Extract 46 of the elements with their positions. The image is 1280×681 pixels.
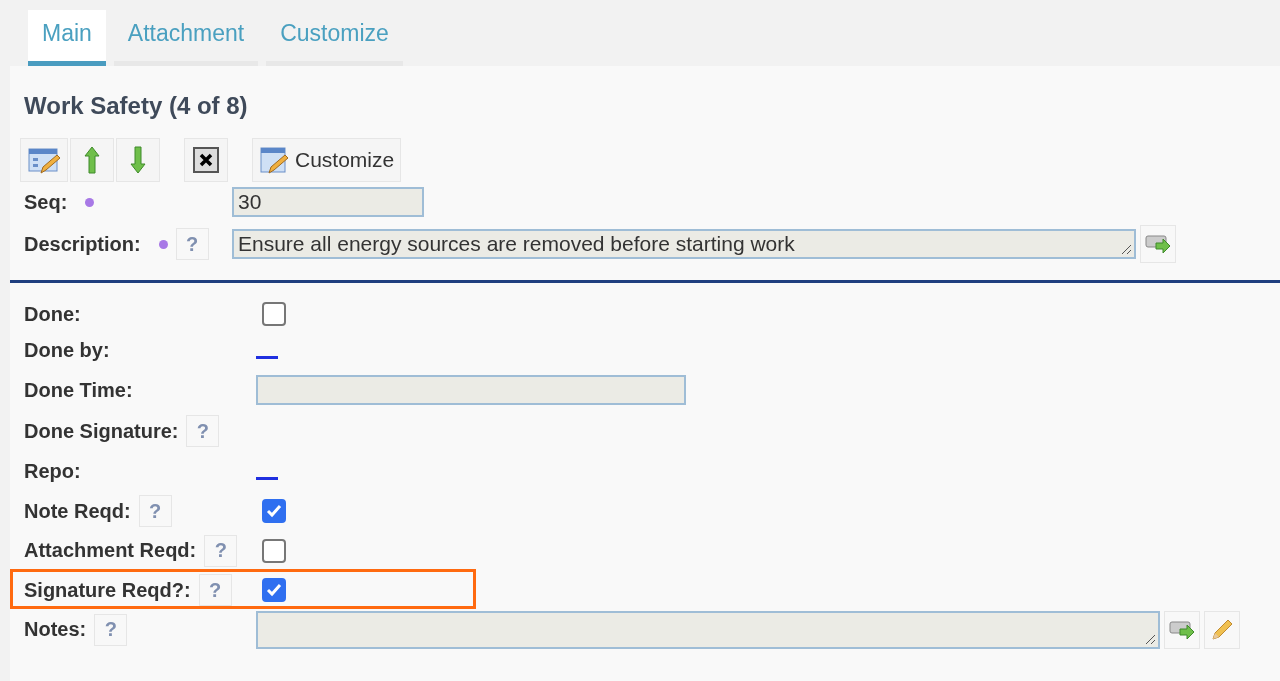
help-button[interactable]: ? [175,228,209,260]
field-label: Done by: [24,339,110,363]
empty-link-mark[interactable] [256,356,278,360]
text-area[interactable] [256,610,1160,649]
help-button[interactable]: ? [204,534,238,567]
field-label: Done Signature: [24,419,179,443]
field-label: Done Time: [24,378,133,402]
empty-link-mark[interactable] [256,477,278,481]
field-label: Done: [24,302,81,326]
field-label: Repo: [24,460,81,484]
monitor-arrow-icon [1144,233,1172,255]
toolbar-button[interactable] [184,138,228,182]
checkmark-icon [266,504,282,519]
section-title: Work Safety (4 of 8) [23,91,249,120]
close-icon [193,147,219,173]
field-label: Signature Reqd?: [24,578,191,602]
field-label: Description: [24,232,141,256]
text-area[interactable]: Ensure all energy sources are removed before starting work [232,229,1136,259]
customize-button[interactable]: Customize [252,138,402,182]
help-button[interactable]: ? [94,613,128,646]
checkbox[interactable] [262,499,286,524]
help-button[interactable]: ? [138,495,172,528]
down-arrow-icon [130,145,146,175]
checkbox[interactable] [262,578,286,603]
form-pencil-icon [27,145,61,175]
checkbox[interactable] [262,302,286,326]
resize-grip-icon [1144,632,1156,645]
help-button[interactable]: ? [186,415,220,447]
tab[interactable]: Main [28,10,106,66]
up-arrow-icon [84,145,100,175]
action-button[interactable] [1204,610,1240,649]
help-button[interactable]: ? [198,574,232,607]
form-pencil-icon [259,145,289,175]
action-button[interactable] [1164,610,1200,649]
field-label: Notes: [24,618,87,642]
input-field[interactable] [256,375,686,406]
field-label: Seq: [24,190,68,214]
field-label: Attachment Reqd: [24,539,197,563]
input-field[interactable]: 30 [232,187,424,217]
checkbox[interactable] [262,538,286,563]
action-button[interactable] [1140,225,1176,263]
monitor-arrow-icon [1168,618,1196,641]
checkmark-icon [266,583,282,598]
field-label: Note Reqd: [24,499,131,523]
resize-grip-icon [1120,243,1132,255]
pencil-icon [1210,617,1234,642]
